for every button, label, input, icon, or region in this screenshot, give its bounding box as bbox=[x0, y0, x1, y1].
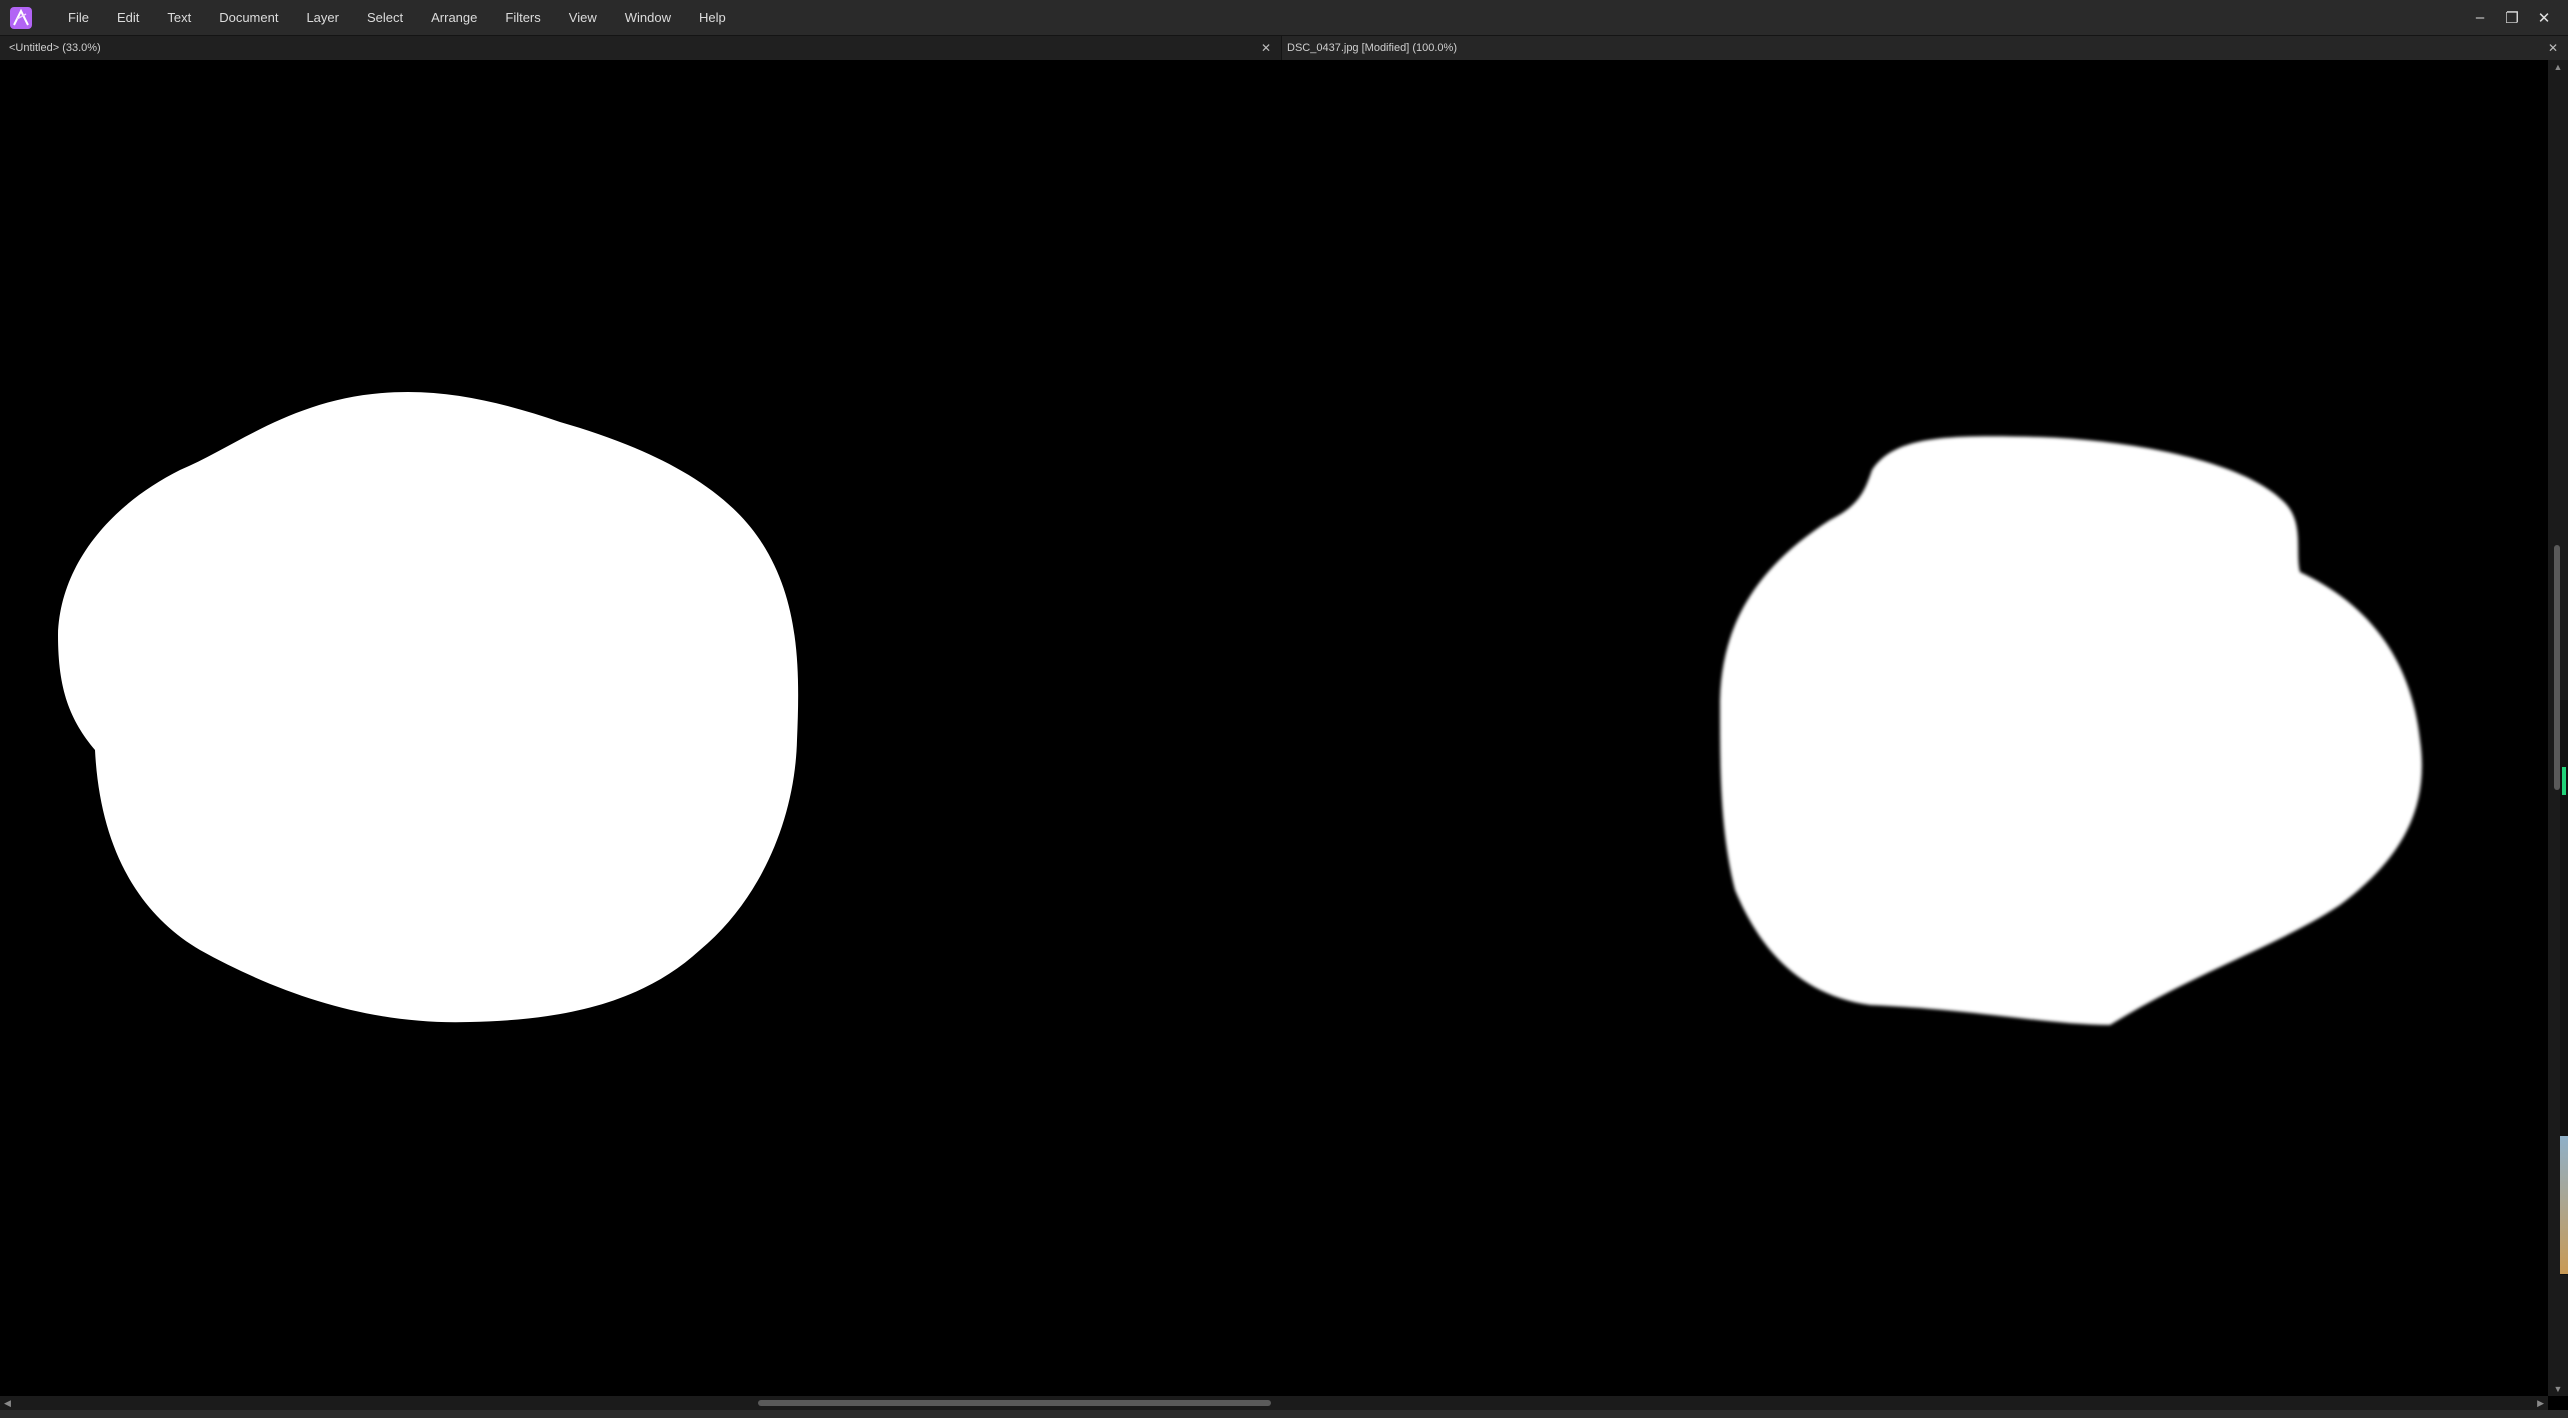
tab-title: <Untitled> (33.0%) bbox=[9, 42, 101, 54]
minimize-icon[interactable]: – bbox=[2466, 4, 2494, 32]
tab-dsc-0437[interactable]: DSC_0437.jpg [Modified] (100.0%) ✕ bbox=[1282, 36, 2568, 60]
status-bar bbox=[0, 1410, 2568, 1418]
scroll-down-icon[interactable]: ▼ bbox=[2548, 1384, 2568, 1394]
canvas-artwork bbox=[58, 392, 2422, 1025]
menu-document[interactable]: Document bbox=[205, 0, 292, 35]
background-window-edge bbox=[2560, 1136, 2568, 1274]
menu-layer[interactable]: Layer bbox=[292, 0, 353, 35]
scroll-up-icon[interactable]: ▲ bbox=[2548, 62, 2568, 72]
menu-view[interactable]: View bbox=[555, 0, 611, 35]
document-tab-bar: <Untitled> (33.0%) ✕ DSC_0437.jpg [Modif… bbox=[0, 35, 2568, 60]
horizontal-scroll-thumb[interactable] bbox=[758, 1400, 1271, 1406]
scroll-right-icon[interactable]: ▶ bbox=[2537, 1396, 2544, 1410]
status-marker bbox=[2562, 767, 2566, 795]
window-controls: – ❐ ✕ bbox=[2462, 0, 2558, 35]
menu-select[interactable]: Select bbox=[353, 0, 417, 35]
menu-file[interactable]: File bbox=[54, 0, 103, 35]
menu-edit[interactable]: Edit bbox=[103, 0, 153, 35]
tab-title: DSC_0437.jpg [Modified] (100.0%) bbox=[1287, 42, 1457, 54]
menu-items: File Edit Text Document Layer Select Arr… bbox=[54, 0, 740, 35]
scroll-left-icon[interactable]: ◀ bbox=[4, 1396, 11, 1410]
mask-shape-right bbox=[1720, 436, 2422, 1025]
menu-filters[interactable]: Filters bbox=[491, 0, 554, 35]
tab-close-icon[interactable]: ✕ bbox=[2548, 36, 2558, 60]
tab-untitled[interactable]: <Untitled> (33.0%) ✕ bbox=[0, 36, 1282, 60]
close-icon[interactable]: ✕ bbox=[2530, 4, 2558, 32]
mask-shape-left bbox=[58, 392, 799, 1023]
restore-icon[interactable]: ❐ bbox=[2498, 4, 2526, 32]
tab-close-icon[interactable]: ✕ bbox=[1261, 36, 1271, 60]
affinity-photo-logo-icon[interactable] bbox=[10, 6, 32, 29]
menu-arrange[interactable]: Arrange bbox=[417, 0, 491, 35]
horizontal-scrollbar[interactable]: ◀ ▶ bbox=[0, 1396, 2548, 1410]
menu-help[interactable]: Help bbox=[685, 0, 740, 35]
document-canvas[interactable] bbox=[0, 60, 2548, 1396]
menu-window[interactable]: Window bbox=[611, 0, 685, 35]
menu-bar: File Edit Text Document Layer Select Arr… bbox=[0, 0, 2568, 35]
menu-text[interactable]: Text bbox=[153, 0, 205, 35]
